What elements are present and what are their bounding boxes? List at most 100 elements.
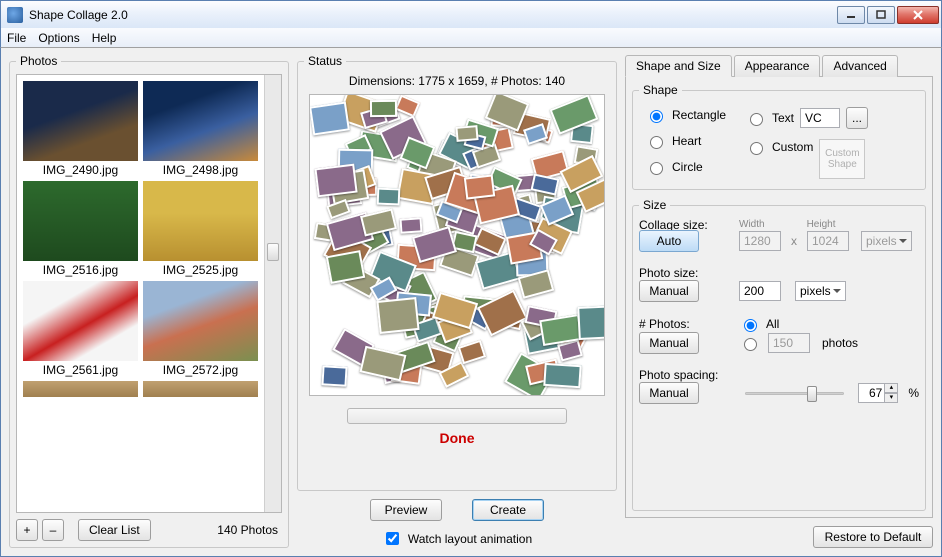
collage-unit-value: pixels xyxy=(866,234,897,248)
shape-rectangle-label: Rectangle xyxy=(672,108,726,122)
collage-height-input[interactable] xyxy=(807,231,849,251)
menu-options[interactable]: Options xyxy=(38,31,79,45)
shape-custom-label: Custom xyxy=(772,140,813,154)
nphotos-all[interactable]: All xyxy=(739,316,779,332)
settings-panel: Shape and Size Appearance Advanced Shape… xyxy=(625,54,933,548)
photo-thumb[interactable]: IMG_2561.jpg xyxy=(23,281,138,377)
photo-thumb[interactable] xyxy=(143,381,258,397)
photos-count: 140 Photos xyxy=(217,523,282,537)
photos-legend: Photos xyxy=(16,54,61,68)
shape-text-label: Text xyxy=(772,111,794,125)
collage-size-inputs: Auto x pixels xyxy=(639,230,919,252)
spinner-down[interactable]: ▾ xyxy=(884,393,898,403)
spacing-input[interactable] xyxy=(858,383,884,403)
photo-size-unit-select[interactable]: pixels xyxy=(795,281,846,301)
shape-custom-radio[interactable] xyxy=(750,142,763,155)
photo-thumb[interactable]: IMG_2490.jpg xyxy=(23,81,138,177)
watch-label: Watch layout animation xyxy=(408,532,532,546)
menu-help[interactable]: Help xyxy=(92,31,117,45)
preview-button[interactable]: Preview xyxy=(370,499,442,521)
photo-thumb[interactable]: IMG_2572.jpg xyxy=(143,281,258,377)
collage-tile xyxy=(543,363,581,388)
add-photo-button[interactable]: + xyxy=(16,519,38,541)
photo-size-manual-button[interactable]: Manual xyxy=(639,280,699,302)
shape-custom[interactable]: Custom xyxy=(745,139,813,155)
shape-text[interactable]: Text xyxy=(745,110,794,126)
menu-file[interactable]: File xyxy=(7,31,26,45)
thumb-image xyxy=(143,181,258,261)
thumb-image xyxy=(23,181,138,261)
collage-tile xyxy=(399,218,422,235)
photos-toolbar: + – Clear List 140 Photos xyxy=(16,519,282,541)
shape-rectangle[interactable]: Rectangle xyxy=(645,107,733,123)
nphotos-count-radio[interactable] xyxy=(744,338,757,351)
shape-text-input[interactable] xyxy=(800,108,840,128)
watch-row: Watch layout animation xyxy=(297,529,617,548)
slider-knob[interactable] xyxy=(807,386,817,402)
shape-heart[interactable]: Heart xyxy=(645,133,733,149)
collage-auto-button[interactable]: Auto xyxy=(639,230,699,252)
tabs: Shape and Size Appearance Advanced xyxy=(625,54,933,76)
shape-circle-radio[interactable] xyxy=(650,162,663,175)
nphotos-label: # Photos: xyxy=(639,317,731,331)
photo-thumb[interactable]: IMG_2525.jpg xyxy=(143,181,258,277)
restore-default-button[interactable]: Restore to Default xyxy=(813,526,933,548)
photos-list[interactable]: IMG_2490.jpgIMG_2498.jpg IMG_2516.jpg IMG_… xyxy=(16,74,282,513)
photo-thumb[interactable]: IMG_2516.jpg xyxy=(23,181,138,277)
percent-label: % xyxy=(908,386,919,400)
thumb-caption: IMG_2561.jpg xyxy=(23,361,138,377)
shape-text-row: Text ... xyxy=(745,107,868,129)
shape-text-radio[interactable] xyxy=(750,113,763,126)
photo-thumb[interactable] xyxy=(23,381,138,397)
thumb-image xyxy=(23,281,138,361)
thumb-image xyxy=(143,81,258,161)
size-group: Size Collage size: WidthHeight Auto x pi… xyxy=(632,198,926,511)
photo-thumb[interactable]: IMG_2498.jpg xyxy=(143,81,258,177)
spacing-manual-button[interactable]: Manual xyxy=(639,382,699,404)
nphotos-all-radio[interactable] xyxy=(744,319,757,332)
shape-circle[interactable]: Circle xyxy=(645,159,733,175)
shape-circle-label: Circle xyxy=(672,160,703,174)
tab-shape-size[interactable]: Shape and Size xyxy=(625,55,732,77)
clear-list-button[interactable]: Clear List xyxy=(78,519,151,541)
photos-scrollbar[interactable] xyxy=(264,75,281,512)
close-button[interactable] xyxy=(897,6,939,24)
restore-row: Restore to Default xyxy=(625,526,933,548)
create-button[interactable]: Create xyxy=(472,499,544,521)
status-group: Status Dimensions: 1775 x 1659, # Photos… xyxy=(297,54,617,491)
spacing-slider[interactable] xyxy=(745,383,844,403)
collage-width-input[interactable] xyxy=(739,231,781,251)
spacing-row: Manual ▴ ▾ % xyxy=(639,382,919,404)
shape-text-browse-button[interactable]: ... xyxy=(846,107,868,129)
status-legend: Status xyxy=(304,54,346,68)
remove-photo-button[interactable]: – xyxy=(42,519,64,541)
minimize-button[interactable] xyxy=(837,6,865,24)
spinner-up[interactable]: ▴ xyxy=(884,383,898,393)
nphotos-manual-button[interactable]: Manual xyxy=(639,332,699,354)
maximize-button[interactable] xyxy=(867,6,895,24)
scrollbar-handle[interactable] xyxy=(267,243,279,261)
photos-panel: Photos IMG_2490.jpgIMG_2498.jpg IMG_2516.… xyxy=(9,54,289,548)
thumb-caption: IMG_2525.jpg xyxy=(143,261,258,277)
tab-advanced[interactable]: Advanced xyxy=(822,55,897,77)
thumb-image xyxy=(143,381,258,397)
shape-heart-radio[interactable] xyxy=(650,136,663,149)
nphotos-input[interactable] xyxy=(768,333,810,353)
collage-tile xyxy=(455,125,478,142)
custom-shape-well[interactable]: CustomShape xyxy=(819,139,865,179)
photo-size-row: Manual pixels xyxy=(639,280,919,302)
collage-tile xyxy=(321,365,347,387)
tab-appearance[interactable]: Appearance xyxy=(734,55,821,77)
photo-size-input[interactable] xyxy=(739,281,781,301)
collage-unit-select[interactable]: pixels xyxy=(861,231,912,251)
watch-checkbox[interactable] xyxy=(386,532,399,545)
shape-rectangle-radio[interactable] xyxy=(650,110,663,123)
app-icon xyxy=(7,7,23,23)
nphotos-count[interactable] xyxy=(739,335,760,351)
x-separator: x xyxy=(791,234,797,248)
photo-size-label-row: Photo size: xyxy=(639,266,919,280)
thumb-caption: IMG_2516.jpg xyxy=(23,261,138,277)
progress-bar xyxy=(347,408,567,424)
window-buttons xyxy=(835,6,939,24)
spacing-label-row: Photo spacing: xyxy=(639,368,919,382)
